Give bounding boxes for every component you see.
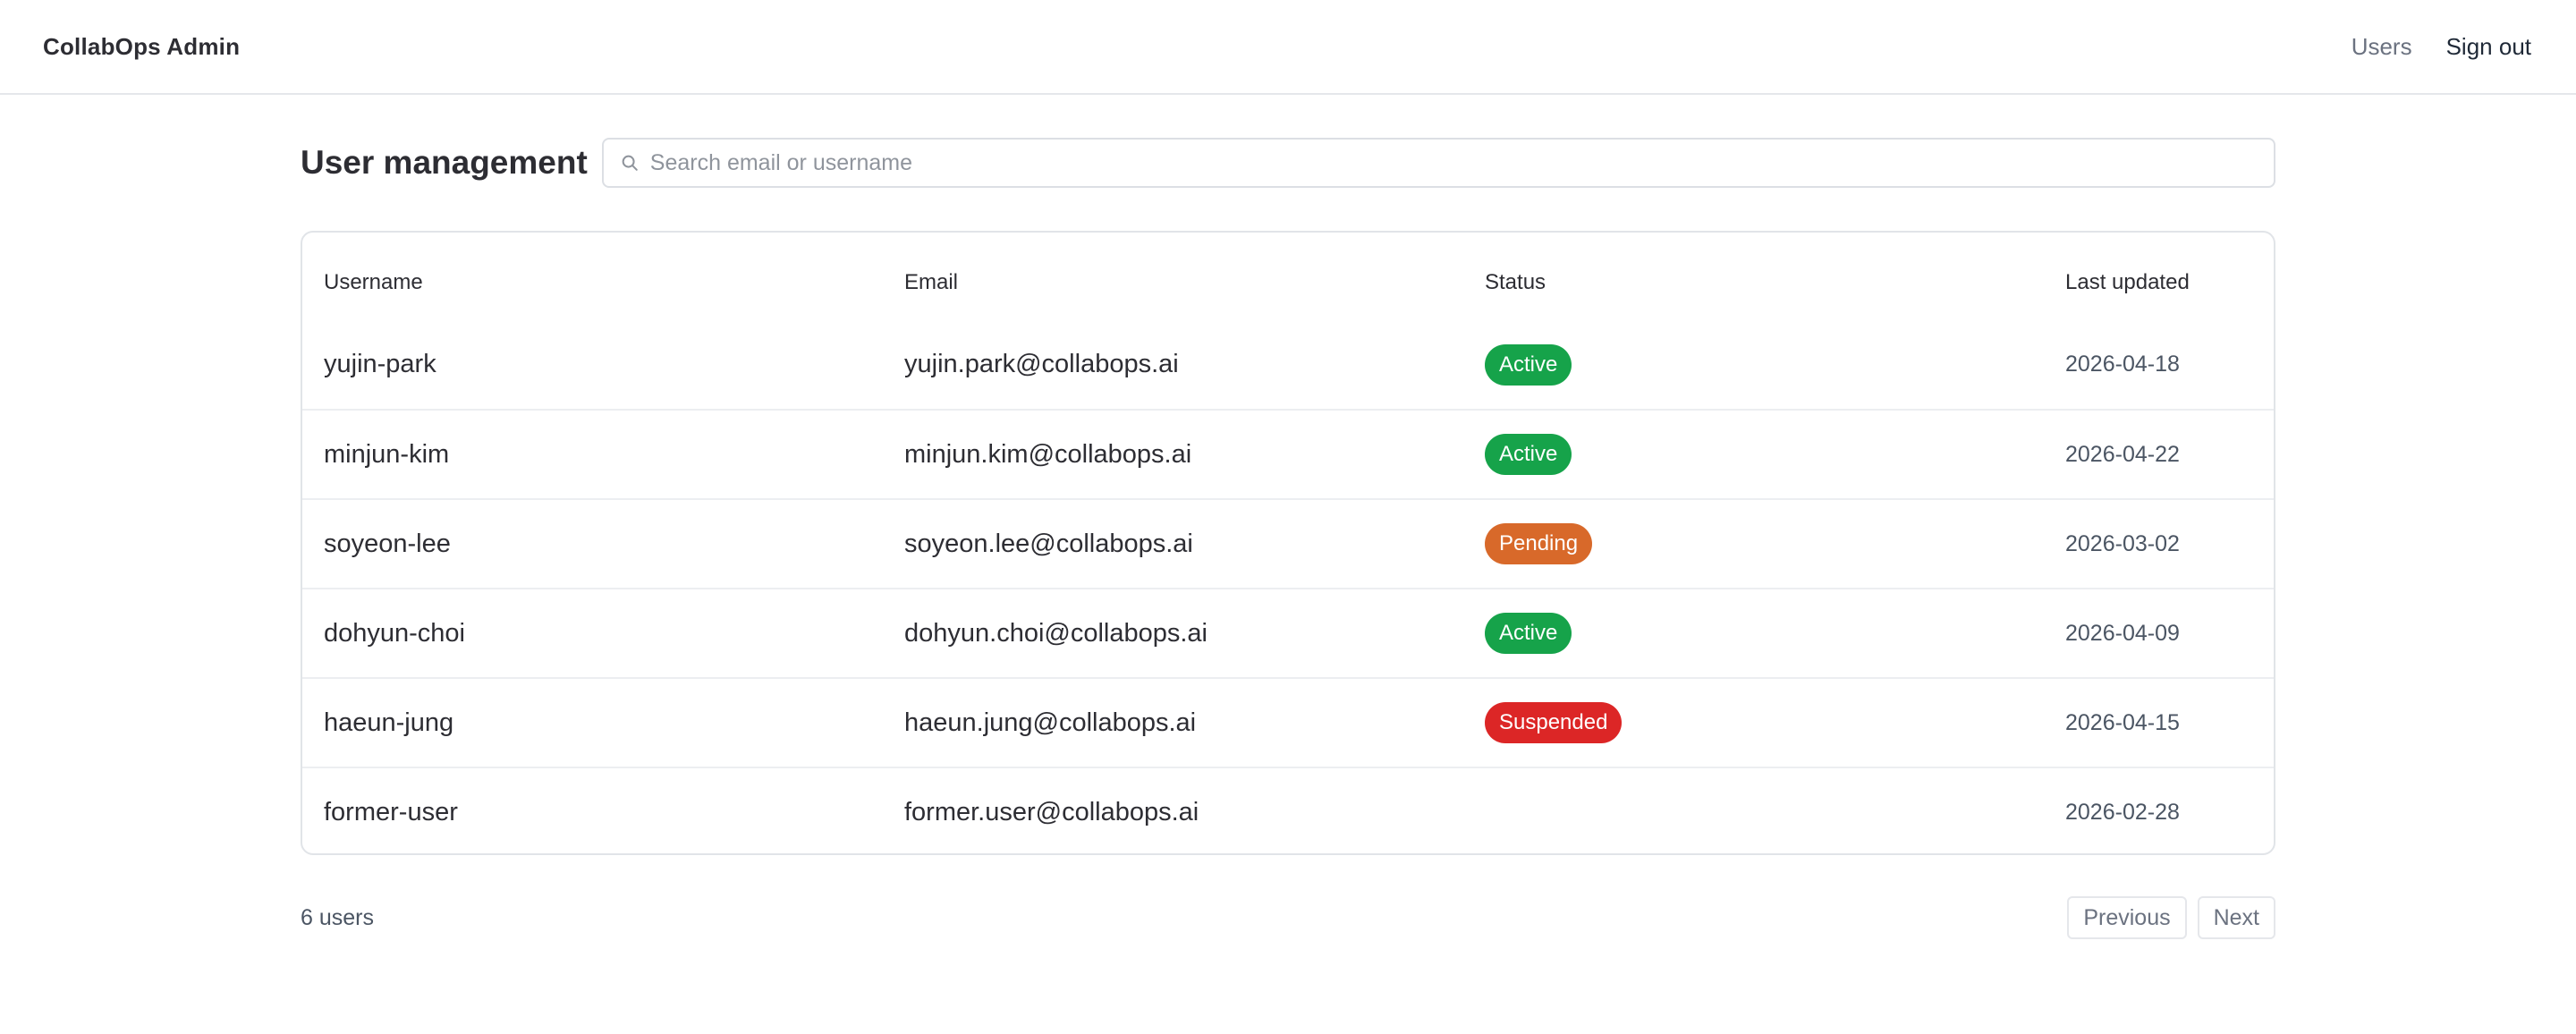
cell-status: Active (1463, 409, 2044, 499)
table-row[interactable]: former-user former.user@collabops.ai 202… (302, 767, 2274, 853)
pagination: Previous Next (2067, 896, 2275, 939)
table-row[interactable]: minjun-kim minjun.kim@collabops.ai Activ… (302, 409, 2274, 499)
cell-last-updated: 2026-04-18 (2065, 352, 2180, 377)
table-row[interactable]: yujin-park yujin.park@collabops.ai Activ… (302, 320, 2274, 410)
cell-last-updated: 2026-03-02 (2044, 498, 2274, 589)
page-title: User management (301, 144, 588, 181)
table-row[interactable]: soyeon-lee soyeon.lee@collabops.ai Pendi… (302, 498, 2274, 589)
users-table-body: yujin-park yujin.park@collabops.ai Activ… (302, 320, 2274, 853)
cell-email: former.user@collabops.ai (883, 767, 1463, 853)
cell-email: minjun.kim@collabops.ai (883, 409, 1463, 499)
app-title: CollabOps Admin (43, 32, 241, 60)
cell-status: Active (1463, 588, 2044, 678)
column-header-username: Username (324, 270, 423, 294)
cell-email: yujin.park@collabops.ai (904, 350, 1179, 378)
users-table: Username Email Status Last updated yujin… (302, 233, 2274, 853)
cell-last-updated: 2026-04-09 (2044, 588, 2274, 678)
table-header-row: Username Email Status Last updated (302, 233, 2274, 320)
cell-email: dohyun.choi@collabops.ai (883, 588, 1463, 678)
cell-username: haeun-jung (302, 677, 883, 767)
cell-email: soyeon.lee@collabops.ai (883, 498, 1463, 589)
previous-page-button[interactable]: Previous (2067, 896, 2187, 939)
search-input[interactable] (649, 149, 2258, 176)
top-nav: Users Sign out (2351, 33, 2531, 61)
cell-username: soyeon-lee (302, 498, 883, 589)
next-page-button[interactable]: Next (2197, 896, 2275, 939)
nav-link-users[interactable]: Users (2351, 33, 2412, 61)
table-footer: 6 users Previous Next (301, 896, 2275, 939)
cell-status (1463, 767, 2044, 853)
sign-out-button[interactable]: Sign out (2446, 33, 2531, 61)
cell-status: Active (1463, 320, 2044, 410)
user-count: 6 users (301, 904, 374, 930)
cell-status: Pending (1463, 498, 2044, 589)
page-header: User management (301, 138, 2275, 188)
status-badge: Active (1485, 613, 1572, 654)
column-header-email: Email (904, 270, 959, 294)
cell-last-updated: 2026-04-15 (2044, 677, 2274, 767)
status-badge: Pending (1485, 523, 1593, 564)
table-row[interactable]: haeun-jung haeun.jung@collabops.ai Suspe… (302, 677, 2274, 767)
users-table-card: Username Email Status Last updated yujin… (301, 231, 2275, 855)
table-row[interactable]: dohyun-choi dohyun.choi@collabops.ai Act… (302, 588, 2274, 678)
search-icon (620, 152, 641, 174)
cell-username: dohyun-choi (302, 588, 883, 678)
column-header-last-updated: Last updated (2065, 270, 2190, 294)
cell-username: former-user (302, 767, 883, 853)
cell-status: Suspended (1463, 677, 2044, 767)
status-badge: Active (1485, 343, 1572, 386)
cell-email: haeun.jung@collabops.ai (883, 677, 1463, 767)
cell-username: yujin-park (324, 350, 436, 378)
cell-username: minjun-kim (302, 409, 883, 499)
status-badge: Suspended (1485, 702, 1623, 743)
top-navbar: CollabOps Admin Users Sign out (0, 0, 2576, 95)
search-box[interactable] (601, 138, 2275, 188)
cell-last-updated: 2026-02-28 (2044, 767, 2274, 853)
status-badge: Active (1485, 434, 1572, 475)
cell-last-updated: 2026-04-22 (2044, 409, 2274, 499)
column-header-status: Status (1485, 270, 1546, 294)
